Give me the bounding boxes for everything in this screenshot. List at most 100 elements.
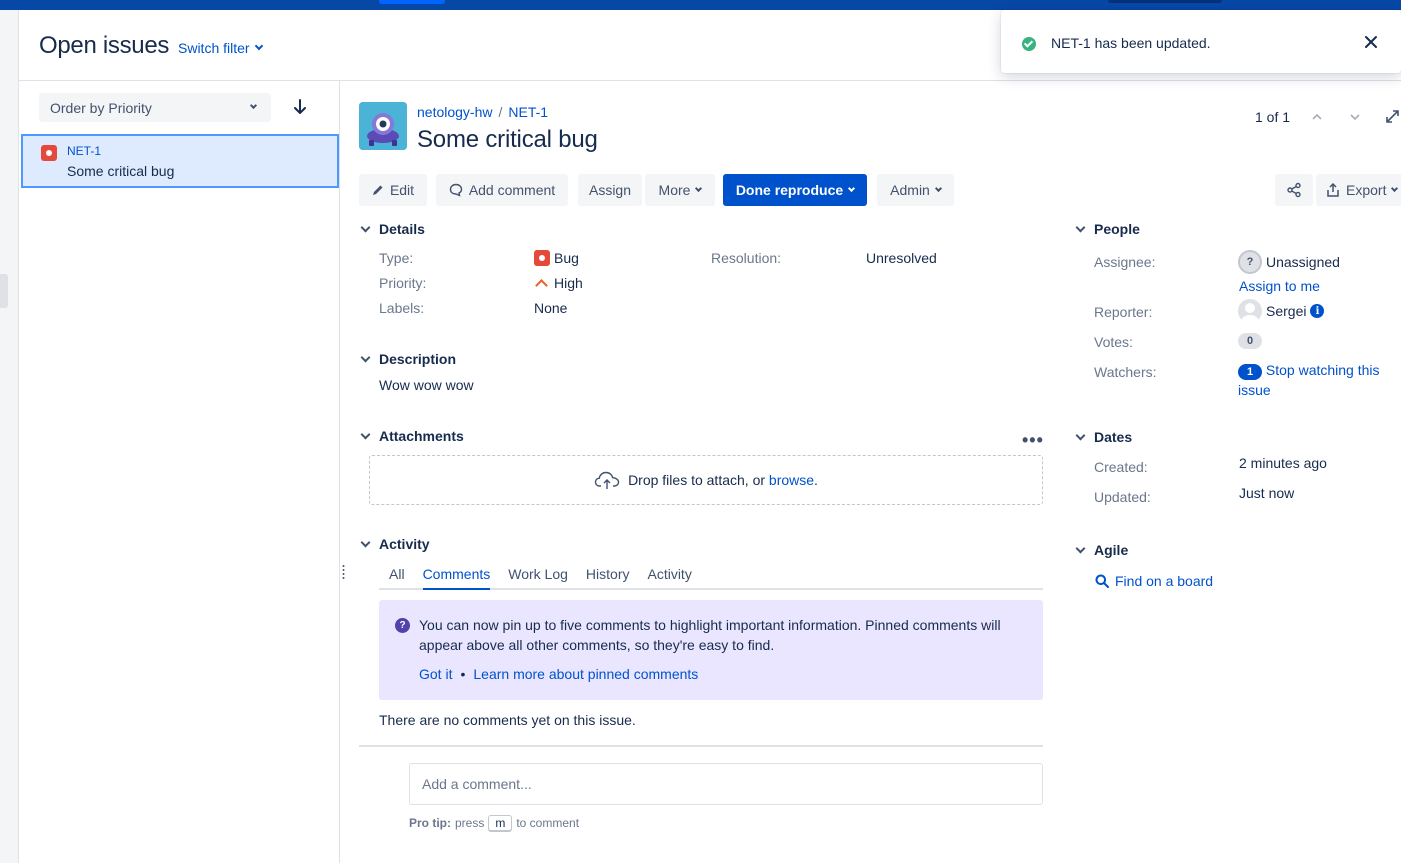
workflow-transition-button[interactable]: Done reproduce (723, 174, 867, 206)
chevron-down-icon (1074, 431, 1086, 443)
watchers-count-badge: 1 (1238, 364, 1262, 380)
chevron-down-icon (359, 223, 371, 235)
chevron-up-icon[interactable] (1310, 110, 1324, 124)
left-sidebar-rail (0, 10, 19, 863)
pro-tip-press: press (455, 816, 485, 830)
reporter-name[interactable]: Sergei (1266, 303, 1306, 319)
tab-history[interactable]: History (586, 566, 630, 590)
type-value: Bug (534, 250, 579, 266)
browse-link[interactable]: browse (769, 472, 814, 488)
expand-icon[interactable] (1384, 108, 1401, 125)
description-heading: Description (379, 351, 457, 367)
tab-all[interactable]: All (389, 566, 405, 590)
activity-heading: Activity (379, 536, 430, 552)
tab-activity[interactable]: Activity (647, 566, 691, 590)
resolution-value: Unresolved (866, 250, 937, 266)
activity-section-toggle[interactable]: Activity (359, 536, 430, 552)
page-title: Open issues (39, 32, 170, 59)
issue-list-item-key[interactable]: NET-1 (67, 144, 101, 158)
breadcrumb-project-link[interactable]: netology-hw (417, 104, 493, 120)
pane-resize-handle[interactable] (342, 564, 345, 580)
find-on-board-link[interactable]: Find on a board (1095, 573, 1213, 589)
agile-section-toggle[interactable]: Agile (1074, 542, 1128, 558)
project-avatar-icon (359, 102, 407, 150)
pinned-comments-banner: ? You can now pin up to five comments to… (379, 600, 1043, 700)
switch-filter-label: Switch filter (178, 40, 250, 56)
description-text[interactable]: Wow wow wow (379, 377, 474, 393)
assign-to-me-link[interactable]: Assign to me (1239, 278, 1320, 294)
assign-button[interactable]: Assign (578, 174, 642, 206)
updated-label: Updated: (1094, 489, 1151, 505)
drop-files-text: Drop files to attach, or browse. (628, 472, 818, 488)
description-section-toggle[interactable]: Description (359, 351, 456, 367)
got-it-link[interactable]: Got it (419, 666, 452, 682)
created-value: 2 minutes ago (1239, 455, 1327, 471)
breadcrumb-issue-link[interactable]: NET-1 (508, 104, 548, 120)
add-comment-input[interactable]: Add a comment... (409, 763, 1043, 805)
info-icon[interactable]: i (1310, 304, 1325, 318)
chevron-down-icon (254, 41, 263, 51)
issue-summary-title[interactable]: Some critical bug (417, 126, 598, 154)
close-icon[interactable] (1363, 34, 1379, 50)
assign-button-label: Assign (588, 182, 632, 198)
toast-message: NET-1 has been updated. (1051, 35, 1211, 51)
bug-icon (41, 145, 57, 161)
export-button[interactable]: Export (1316, 174, 1401, 206)
pinned-comments-actions: Got it • Learn more about pinned comment… (419, 666, 698, 682)
chevron-down-icon (1074, 223, 1086, 235)
issue-list-item[interactable]: NET-1 Some critical bug (21, 134, 339, 188)
attachments-section-toggle[interactable]: Attachments (359, 428, 464, 444)
reporter-label: Reporter: (1094, 304, 1153, 320)
edit-button[interactable]: Edit (359, 174, 427, 206)
add-comment-button[interactable]: Add comment (436, 174, 568, 206)
agile-heading: Agile (1094, 542, 1129, 558)
user-avatar (1238, 299, 1262, 323)
pencil-icon (372, 185, 383, 195)
cloud-upload-icon (594, 471, 620, 489)
order-by-label: Order by Priority (50, 99, 152, 116)
edit-button-label: Edit (389, 182, 415, 198)
breadcrumb-separator: / (498, 104, 503, 120)
chevron-down-icon (359, 353, 371, 365)
switch-filter-button[interactable]: Switch filter (178, 40, 263, 56)
activity-tabs: All Comments Work Log History Activity (389, 566, 710, 590)
watchers-value: 1 Stop watching this issue (1238, 360, 1398, 400)
learn-more-link[interactable]: Learn more about pinned comments (473, 666, 698, 682)
more-options-icon[interactable]: ••• (1022, 430, 1044, 451)
votes-value[interactable]: 0 (1238, 331, 1262, 349)
people-heading: People (1094, 221, 1140, 237)
chevron-down-icon[interactable] (1348, 110, 1362, 124)
dates-heading: Dates (1094, 429, 1133, 445)
resolution-label: Resolution: (711, 250, 782, 266)
bug-icon (534, 250, 550, 266)
details-section-toggle[interactable]: Details (359, 221, 425, 237)
chevron-down-icon (249, 101, 258, 110)
project-avatar[interactable] (359, 102, 407, 150)
chevron-down-icon (1074, 544, 1086, 556)
votes-label: Votes: (1094, 334, 1133, 350)
order-by-select[interactable]: Order by Priority (39, 93, 271, 122)
question-icon: ? (395, 618, 410, 633)
dates-section-toggle[interactable]: Dates (1074, 429, 1132, 445)
assignee-value[interactable]: ? Unassigned (1238, 250, 1340, 274)
sidebar-expand-handle[interactable] (0, 274, 8, 308)
chevron-down-icon (359, 430, 371, 442)
labels-value[interactable]: None (534, 300, 567, 316)
pinned-comments-text: You can now pin up to five comments to h… (419, 617, 1001, 653)
more-button[interactable]: More (645, 174, 715, 206)
priority-value-text: High (554, 275, 583, 291)
pro-tip-label: Pro tip: (409, 816, 451, 830)
attachment-dropzone[interactable]: Drop files to attach, or browse. (369, 455, 1043, 505)
admin-button[interactable]: Admin (877, 174, 954, 206)
tab-comments[interactable]: Comments (422, 566, 491, 590)
reporter-value: Sergei i (1238, 299, 1325, 323)
people-section-toggle[interactable]: People (1074, 221, 1140, 237)
drop-files-label: Drop files to attach, or (628, 472, 766, 488)
chevron-down-icon (1391, 184, 1399, 192)
success-toast: NET-1 has been updated. (1001, 10, 1401, 73)
updated-value: Just now (1239, 485, 1295, 501)
tab-work-log[interactable]: Work Log (508, 566, 568, 590)
add-comment-label: Add comment (468, 182, 556, 198)
arrow-down-icon[interactable] (292, 98, 308, 116)
share-button[interactable] (1275, 174, 1313, 206)
